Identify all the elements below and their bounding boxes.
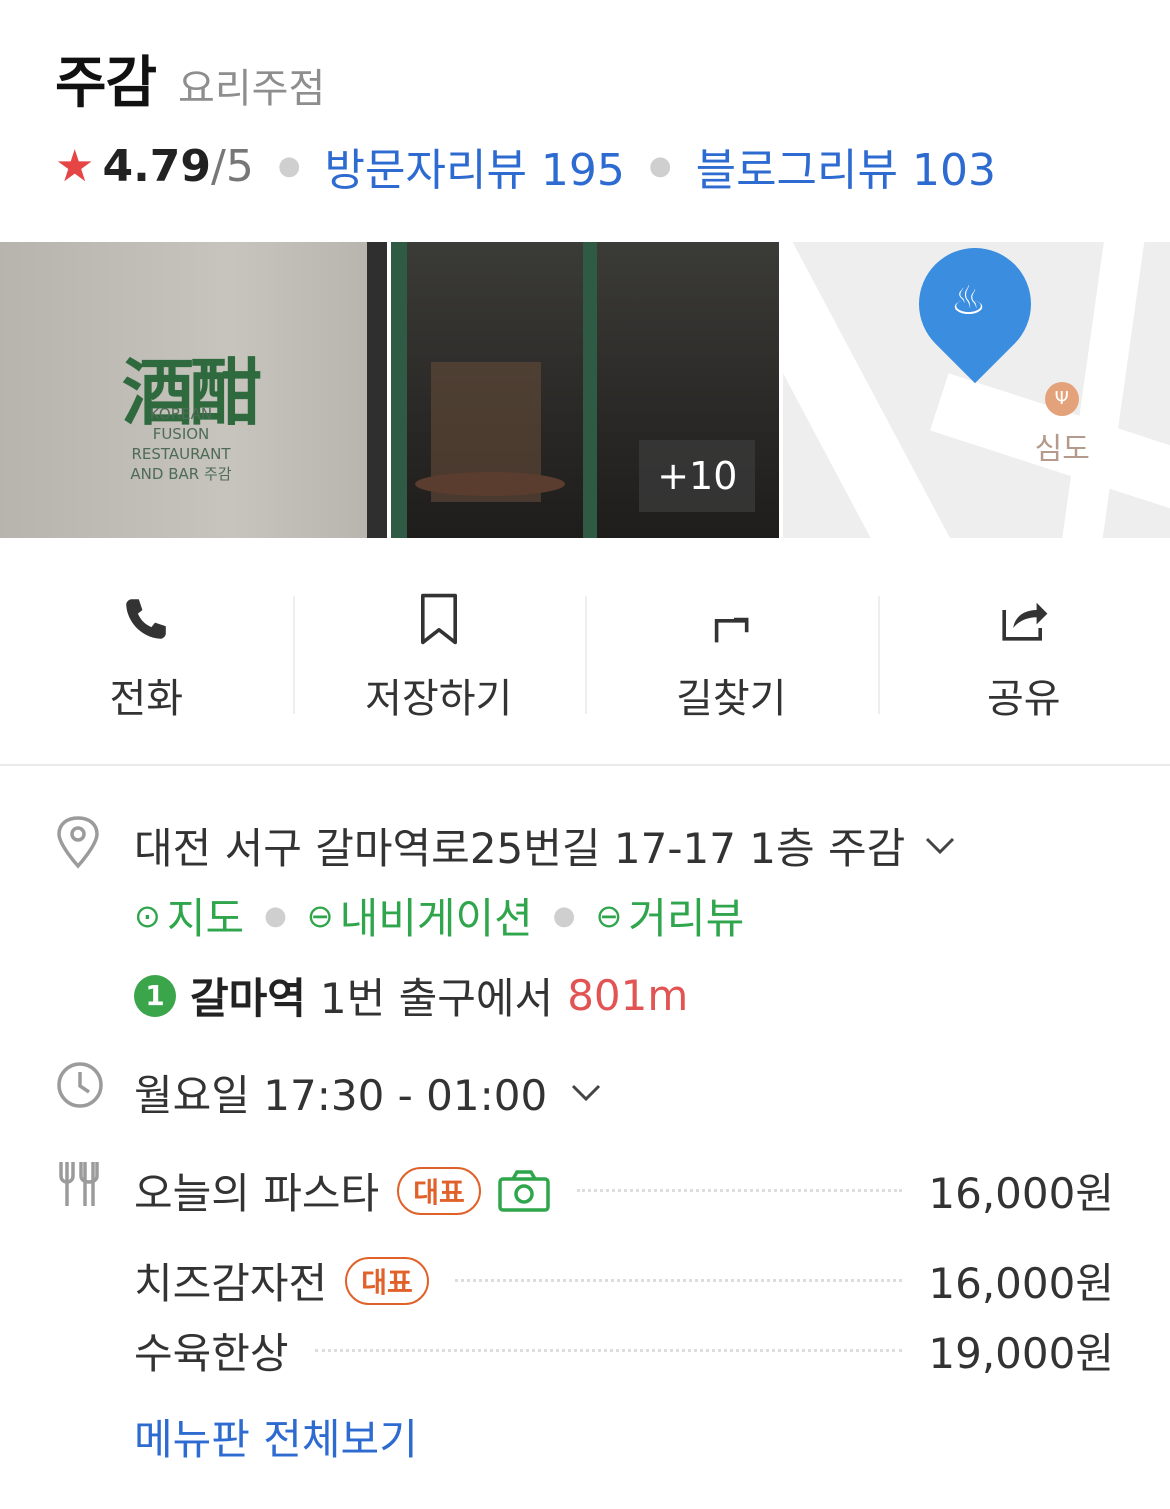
- place-name: 주감: [55, 51, 157, 116]
- map-poi-label: 심도: [1034, 432, 1090, 467]
- address-row[interactable]: 대전 서구 갈마역로25번길 17-17 1층 주감: [134, 815, 957, 876]
- map-thumbnail[interactable]: ♨ Ψ 심도: [782, 242, 1170, 538]
- phone-icon: [126, 599, 167, 639]
- window-frame: [583, 242, 598, 538]
- call-label: 전화: [109, 676, 184, 722]
- separator-dot: ●: [277, 151, 301, 181]
- section-divider: [0, 764, 1170, 766]
- menu-item[interactable]: 수육한상 19,000원: [134, 1320, 1114, 1381]
- address-text: 대전 서구 갈마역로25번길 17-17 1층 주감: [134, 824, 906, 873]
- subway-station: 갈마역: [190, 974, 306, 1023]
- save-label: 저장하기: [365, 676, 513, 722]
- subway-info: 1 갈마역 1번 출구에서 801m: [134, 965, 688, 1026]
- chevron-down-icon[interactable]: [569, 1076, 603, 1110]
- directions-arrow-icon: [715, 617, 749, 643]
- call-button[interactable]: 전화: [0, 574, 293, 724]
- photo-strip: 酒酣 KOREAN FUSION RESTAURANT AND BAR 주감 +…: [0, 242, 1170, 538]
- price-leader: [314, 1349, 903, 1352]
- directions-button[interactable]: 길찾기: [585, 574, 878, 724]
- signature-badge: 대표: [345, 1256, 429, 1305]
- view-full-menu-link[interactable]: 메뉴판 전체보기: [134, 1406, 418, 1467]
- place-header: 주감 요리주점: [55, 38, 1135, 119]
- window-frame: [367, 242, 388, 538]
- map-link[interactable]: 지도: [167, 885, 244, 946]
- clock-icon: [57, 1062, 103, 1108]
- menu-item-price: 16,000원: [928, 1169, 1114, 1218]
- share-button[interactable]: 공유: [877, 574, 1170, 724]
- save-button[interactable]: 저장하기: [292, 574, 586, 724]
- rating-row: ★ 4.79 /5 ● 방문자리뷰 195 ● 블로그리뷰 103: [55, 134, 996, 198]
- menu-item-name: 수육한상: [134, 1329, 289, 1378]
- street-view-link[interactable]: 거리뷰: [628, 885, 744, 946]
- separator-dot: ●: [648, 151, 672, 181]
- subway-distance: 801m: [567, 971, 689, 1020]
- camera-icon[interactable]: [497, 1169, 551, 1213]
- visitor-reviews-link[interactable]: 방문자리뷰 195: [325, 134, 625, 198]
- share-icon: [1002, 602, 1048, 641]
- street-view-icon: ⊖: [595, 896, 623, 935]
- directions-label: 길찾기: [676, 676, 787, 722]
- subway-exit: 1번 출구에서: [319, 974, 554, 1023]
- chevron-down-icon[interactable]: [923, 829, 957, 863]
- menu-item-price: 16,000원: [928, 1259, 1114, 1308]
- hours-row[interactable]: 월요일 17:30 - 01:00: [134, 1062, 603, 1123]
- hours-text: 월요일 17:30 - 01:00: [134, 1071, 548, 1120]
- subway-line-badge: 1: [134, 974, 176, 1017]
- map-pin-small-icon: ⊙: [134, 896, 161, 935]
- rating-max: /5: [211, 140, 254, 192]
- menu-item[interactable]: 오늘의 파스타 대표 16,000원: [134, 1160, 1114, 1221]
- price-leader: [454, 1279, 903, 1282]
- rating-value: 4.79: [102, 140, 212, 192]
- photo-interior[interactable]: +10: [391, 242, 779, 538]
- more-photos-count[interactable]: +10: [639, 440, 756, 512]
- menu-item-price: 19,000원: [928, 1329, 1114, 1378]
- share-label: 공유: [986, 676, 1061, 722]
- fork-knife-icon: [59, 1162, 99, 1206]
- restaurant-poi-icon: Ψ: [1044, 382, 1079, 416]
- signature-badge: 대표: [397, 1166, 481, 1215]
- menu-item-name: 오늘의 파스타: [134, 1169, 380, 1218]
- photo-storefront[interactable]: 酒酣 KOREAN FUSION RESTAURANT AND BAR 주감: [0, 242, 388, 538]
- address-links: ⊙ 지도 ● ⊖ 내비게이션 ● ⊖ 거리뷰: [134, 885, 744, 946]
- location-pin-icon: [57, 816, 99, 869]
- separator-dot: ●: [552, 900, 576, 931]
- action-bar: 전화 저장하기 길찾기 공유: [0, 574, 1170, 724]
- price-leader: [576, 1189, 903, 1192]
- interior-table: [415, 472, 566, 496]
- navigation-link[interactable]: 내비게이션: [340, 885, 533, 946]
- blog-reviews-link[interactable]: 블로그리뷰 103: [696, 134, 996, 198]
- place-category: 요리주점: [178, 66, 326, 112]
- window-frame: [391, 242, 408, 538]
- star-icon: ★: [55, 140, 95, 192]
- menu-item[interactable]: 치즈감자전 대표 16,000원: [134, 1250, 1114, 1311]
- bookmark-icon: [420, 593, 457, 645]
- car-icon: ⊖: [306, 896, 334, 935]
- separator-dot: ●: [264, 900, 287, 931]
- fork-spoon-icon: ♨: [950, 278, 987, 324]
- photo-tagline: KOREAN FUSION RESTAURANT AND BAR 주감: [130, 405, 232, 483]
- menu-item-name: 치즈감자전: [134, 1259, 328, 1308]
